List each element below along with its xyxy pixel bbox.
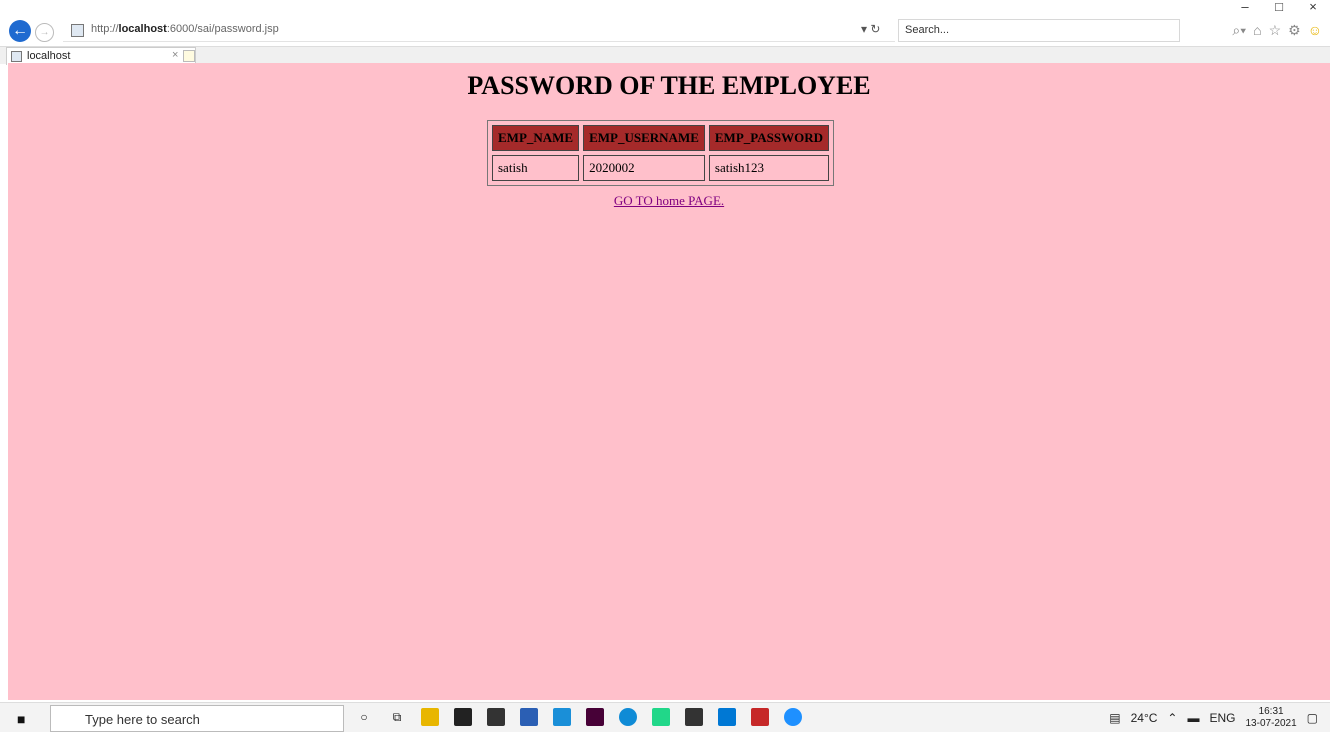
- cell-emp-name: satish: [492, 155, 580, 181]
- url-prefix: http://: [91, 23, 119, 35]
- clock[interactable]: 16:31 13-07-2021: [1246, 706, 1297, 730]
- minimize-button[interactable]: –: [1228, 0, 1262, 16]
- back-icon[interactable]: ←: [9, 20, 31, 42]
- cell-emp-username: 2020002: [583, 155, 705, 181]
- new-tab-icon[interactable]: [183, 50, 195, 62]
- feedback-smiley-icon[interactable]: ☺: [1308, 22, 1322, 39]
- system-tray: ▤ 24°C ⌃ ▬ ENG 16:31 13-07-2021 ▢: [1109, 706, 1318, 730]
- browser-search-input[interactable]: Search...: [898, 19, 1180, 42]
- app-icon[interactable]: [520, 708, 538, 726]
- navigation-bar: ← → http://localhost:6000/sai/password.j…: [0, 16, 1330, 46]
- gear-icon[interactable]: ⚙: [1288, 22, 1301, 39]
- weather-temperature[interactable]: 24°C: [1131, 711, 1158, 725]
- taskbar-apps: ○ ⧉: [355, 708, 802, 726]
- table-header-row: EMP_NAME EMP_USERNAME EMP_PASSWORD: [492, 125, 829, 151]
- home-icon[interactable]: ⌂: [1253, 22, 1261, 39]
- column-header-emp-password: EMP_PASSWORD: [708, 125, 829, 151]
- photos-icon[interactable]: [685, 708, 703, 726]
- close-tab-icon[interactable]: ×: [172, 49, 178, 61]
- notification-icon[interactable]: ▢: [1307, 711, 1318, 725]
- tab-strip: localhost ×: [0, 46, 1330, 65]
- cortana-icon[interactable]: ○: [355, 708, 373, 726]
- browser-toolbar-icons: ⌕▾ ⌂ ☆ ⚙ ☺: [1232, 22, 1322, 39]
- page-icon: [71, 24, 84, 37]
- url-host: localhost: [118, 23, 167, 35]
- window-controls: – □ ×: [1228, 0, 1330, 16]
- employee-table: EMP_NAME EMP_USERNAME EMP_PASSWORD satis…: [487, 120, 834, 186]
- taskbar: ■ Type here to search ○ ⧉ ▤ 24°C ⌃ ▬ ENG…: [0, 702, 1330, 732]
- search-icon[interactable]: ⌕▾: [1232, 22, 1246, 39]
- maximize-button[interactable]: □: [1262, 0, 1296, 16]
- battery-icon[interactable]: ▬: [1187, 711, 1199, 725]
- language-indicator[interactable]: ENG: [1209, 711, 1235, 725]
- page-content: PASSWORD OF THE EMPLOYEE EMP_NAME EMP_US…: [8, 63, 1330, 700]
- favorites-star-icon[interactable]: ☆: [1269, 22, 1282, 39]
- cell-emp-password: satish123: [708, 155, 829, 181]
- url-path: :6000/sai/password.jsp: [166, 23, 279, 35]
- clock-time: 16:31: [1258, 706, 1284, 717]
- pycharm-icon[interactable]: [652, 708, 670, 726]
- windows-start-icon[interactable]: ■: [17, 711, 25, 727]
- paint-icon[interactable]: [751, 708, 769, 726]
- taskbar-search-placeholder: Type here to search: [85, 712, 200, 727]
- file-explorer-icon[interactable]: [421, 708, 439, 726]
- close-window-button[interactable]: ×: [1296, 0, 1330, 16]
- weather-icon[interactable]: ▤: [1109, 711, 1120, 725]
- whatsapp-icon[interactable]: [553, 708, 571, 726]
- store-icon[interactable]: [454, 708, 472, 726]
- page-title: PASSWORD OF THE EMPLOYEE: [467, 71, 871, 100]
- mail-icon[interactable]: [487, 708, 505, 726]
- chevron-up-icon[interactable]: ⌃: [1167, 711, 1177, 725]
- forward-icon[interactable]: →: [35, 23, 54, 42]
- tab-title: localhost: [27, 50, 71, 62]
- address-url[interactable]: http://localhost:6000/sai/password.jsp: [91, 23, 279, 35]
- home-page-link[interactable]: GO TO home PAGE.: [8, 193, 1330, 209]
- taskbar-search-input[interactable]: Type here to search: [50, 705, 344, 732]
- column-header-emp-username: EMP_USERNAME: [583, 125, 705, 151]
- refresh-icon[interactable]: ▾ ↻: [861, 22, 880, 36]
- page-icon: [11, 51, 22, 62]
- internet-explorer-icon[interactable]: [784, 708, 802, 726]
- vscode-icon[interactable]: [718, 708, 736, 726]
- table-row: satish 2020002 satish123: [492, 155, 829, 181]
- adobe-xd-icon[interactable]: [586, 708, 604, 726]
- edge-icon[interactable]: [619, 708, 637, 726]
- browser-chrome: – □ × ← → http://localhost:6000/sai/pass…: [0, 0, 1330, 65]
- column-header-emp-name: EMP_NAME: [492, 125, 580, 151]
- browser-search-placeholder: Search...: [905, 24, 950, 36]
- clock-date: 13-07-2021: [1245, 718, 1297, 729]
- task-view-icon[interactable]: ⧉: [388, 708, 406, 726]
